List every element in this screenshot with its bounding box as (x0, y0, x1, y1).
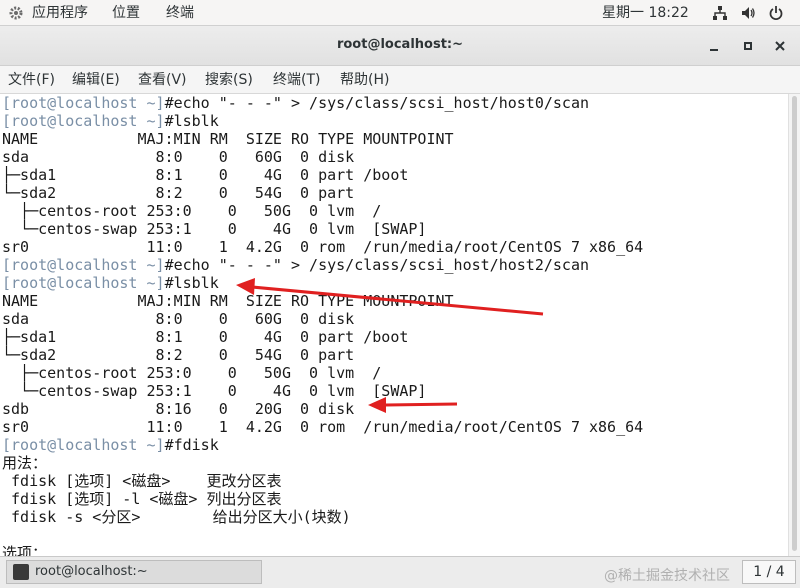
terminal-output-line: sr0 11:0 1 4.2G 0 rom /run/media/root/Ce… (2, 238, 643, 256)
line-text: #echo "- - -" > /sys/class/scsi_host/hos… (164, 256, 590, 274)
bottom-taskbar: root@localhost:~ @稀土掘金技术社区 1 / 4 (0, 556, 800, 588)
terminal-output-line: fdisk -s <分区> 给出分区大小(块数) (2, 508, 351, 526)
power-icon[interactable] (768, 5, 784, 21)
terminal-output-line: sda 8:0 0 60G 0 disk (2, 148, 354, 166)
terminal-command-line: [root@localhost ~]#echo "- - -" > /sys/c… (2, 256, 589, 274)
line-text: fdisk [选项] <磁盘> 更改分区表 (2, 472, 282, 490)
line-text: sr0 11:0 1 4.2G 0 rom /run/media/root/Ce… (2, 418, 644, 436)
terminal-output[interactable]: [root@localhost ~]#echo "- - -" > /sys/c… (0, 94, 788, 556)
shell-prompt: [root@localhost ~] (2, 436, 165, 454)
shell-prompt: [root@localhost ~] (2, 112, 165, 130)
terminal-output-line: fdisk [选项] <磁盘> 更改分区表 (2, 472, 282, 490)
line-text: sdb 8:16 0 20G 0 disk (2, 400, 355, 418)
line-text: ├─centos-root 253:0 0 50G 0 lvm / (2, 364, 382, 382)
menu-bar: 文件(F) 编辑(E) 查看(V) 搜索(S) 终端(T) 帮助(H) (0, 66, 800, 94)
line-text: 用法： (2, 454, 48, 472)
scrollbar-thumb[interactable] (792, 96, 797, 551)
line-text: fdisk -s <分区> 给出分区大小(块数) (2, 508, 351, 526)
shell-prompt: [root@localhost ~] (2, 94, 165, 112)
terminal-command-line: [root@localhost ~]#lsblk (2, 112, 219, 130)
line-text: sda 8:0 0 60G 0 disk (2, 310, 355, 328)
applications-menu[interactable]: 应用程序 (32, 4, 88, 22)
terminal-output-line: sda 8:0 0 60G 0 disk (2, 310, 354, 328)
line-text: └─centos-swap 253:1 0 4G 0 lvm [SWAP] (2, 382, 427, 400)
shell-prompt: [root@localhost ~] (2, 274, 165, 292)
clock[interactable]: 星期一 18:22 (602, 4, 689, 22)
terminal-scrollbar[interactable] (788, 94, 800, 556)
applications-gear-icon[interactable] (8, 5, 24, 21)
taskbar-window-label: root@localhost:~ (35, 564, 148, 579)
line-text: NAME MAJ:MIN RM SIZE RO TYPE MOUNTPOINT (2, 130, 454, 148)
menu-file[interactable]: 文件(F) (8, 70, 55, 90)
shell-prompt: [root@localhost ~] (2, 256, 165, 274)
terminal-output-line: NAME MAJ:MIN RM SIZE RO TYPE MOUNTPOINT (2, 130, 454, 148)
line-text: ├─sda1 8:1 0 4G 0 part /boot (2, 166, 409, 184)
line-text: └─sda2 8:2 0 54G 0 part (2, 346, 355, 364)
terminal-output-line: ├─centos-root 253:0 0 50G 0 lvm / (2, 364, 381, 382)
window-title: root@localhost:~ (336, 37, 464, 52)
terminal-output-line: ├─sda1 8:1 0 4G 0 part /boot (2, 328, 408, 346)
terminal-output-line: 选项： (2, 544, 47, 556)
line-text: NAME MAJ:MIN RM SIZE RO TYPE MOUNTPOINT (2, 292, 454, 310)
menu-search[interactable]: 搜索(S) (205, 70, 253, 90)
terminal-output-line: NAME MAJ:MIN RM SIZE RO TYPE MOUNTPOINT (2, 292, 454, 310)
line-text: └─centos-swap 253:1 0 4G 0 lvm [SWAP] (2, 220, 427, 238)
maximize-icon[interactable] (740, 38, 756, 54)
line-text: sda 8:0 0 60G 0 disk (2, 148, 355, 166)
window-titlebar[interactable]: root@localhost:~ (0, 26, 800, 66)
menu-help[interactable]: 帮助(H) (340, 70, 389, 90)
line-text: #lsblk (164, 274, 219, 292)
line-text: ├─sda1 8:1 0 4G 0 part /boot (2, 328, 409, 346)
line-text: ├─centos-root 253:0 0 50G 0 lvm / (2, 202, 382, 220)
watermark: @稀土掘金技术社区 (604, 568, 730, 584)
terminal-output-line: └─sda2 8:2 0 54G 0 part (2, 184, 354, 202)
terminal-output-line: ├─sda1 8:1 0 4G 0 part /boot (2, 166, 408, 184)
terminal-output-line: sdb 8:16 0 20G 0 disk (2, 400, 354, 418)
terminal-output-line: fdisk [选项] -l <磁盘> 列出分区表 (2, 490, 282, 508)
terminal-output-line: ├─centos-root 253:0 0 50G 0 lvm / (2, 202, 381, 220)
line-text: 选项： (2, 544, 48, 556)
taskbar-terminal-window[interactable]: root@localhost:~ (6, 560, 262, 584)
line-text: #fdisk (164, 436, 219, 454)
terminal-command-line: [root@localhost ~]#fdisk (2, 436, 219, 454)
workspace-pager[interactable]: 1 / 4 (742, 560, 796, 584)
gnome-top-bar: 应用程序 位置 终端 星期一 18:22 (0, 0, 800, 26)
terminal-app-menu[interactable]: 终端 (166, 4, 194, 22)
terminal-output-line: └─centos-swap 253:1 0 4G 0 lvm [SWAP] (2, 220, 426, 238)
volume-icon[interactable] (740, 5, 756, 21)
places-menu[interactable]: 位置 (112, 4, 140, 22)
terminal-output-line: 用法： (2, 454, 47, 472)
line-text: fdisk [选项] -l <磁盘> 列出分区表 (2, 490, 282, 508)
terminal-output-line: └─sda2 8:2 0 54G 0 part (2, 346, 354, 364)
terminal-output-line: sr0 11:0 1 4.2G 0 rom /run/media/root/Ce… (2, 418, 643, 436)
close-icon[interactable] (772, 38, 788, 54)
line-text: sr0 11:0 1 4.2G 0 rom /run/media/root/Ce… (2, 238, 644, 256)
terminal-output-line: └─centos-swap 253:1 0 4G 0 lvm [SWAP] (2, 382, 426, 400)
menu-terminal[interactable]: 终端(T) (273, 70, 320, 90)
line-text: └─sda2 8:2 0 54G 0 part (2, 184, 355, 202)
menu-view[interactable]: 查看(V) (138, 70, 187, 90)
line-text: #echo "- - -" > /sys/class/scsi_host/hos… (164, 94, 590, 112)
terminal-icon (13, 564, 29, 580)
terminal-command-line: [root@localhost ~]#lsblk (2, 274, 219, 292)
menu-edit[interactable]: 编辑(E) (72, 70, 120, 90)
network-icon[interactable] (712, 5, 728, 21)
terminal-command-line: [root@localhost ~]#echo "- - -" > /sys/c… (2, 94, 589, 112)
line-text: #lsblk (164, 112, 219, 130)
minimize-icon[interactable] (706, 38, 722, 54)
